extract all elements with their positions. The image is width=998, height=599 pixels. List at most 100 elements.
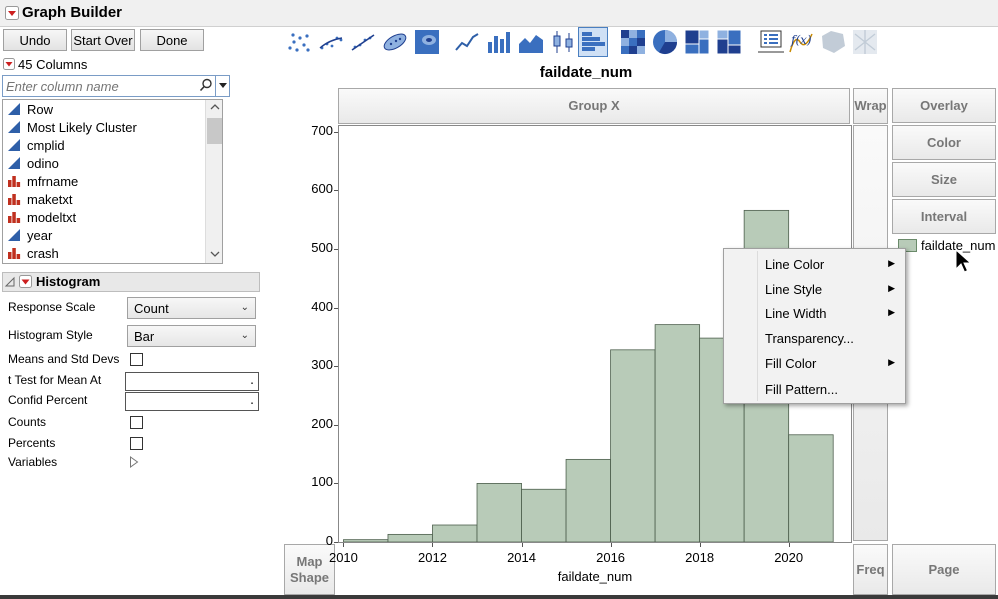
pie-graph-icon[interactable] <box>650 27 680 57</box>
histogram-bar[interactable] <box>610 349 656 542</box>
y-tick-mark <box>334 542 338 543</box>
counts-checkbox[interactable] <box>130 416 143 429</box>
scroll-up-icon[interactable] <box>210 103 220 111</box>
column-name: Most Likely Cluster <box>27 119 137 135</box>
bar-graph-icon[interactable] <box>484 27 514 57</box>
mosaic-graph-icon[interactable] <box>714 27 744 57</box>
column-name: cmplid <box>27 137 65 153</box>
histogram-bar[interactable] <box>343 539 389 542</box>
confid-percent-input[interactable]: . <box>125 392 259 411</box>
histogram-style-select[interactable]: Bar ⌄ <box>127 325 256 347</box>
column-item-crash[interactable]: crash <box>3 244 203 262</box>
menu-item-transparency[interactable]: Transparency... <box>724 327 905 351</box>
points-graph-icon[interactable] <box>284 27 314 57</box>
menu-item-line-style[interactable]: Line Style ▶ <box>724 278 905 302</box>
search-icon[interactable] <box>199 78 213 95</box>
overlay-zone[interactable]: Overlay <box>892 88 996 123</box>
x-tick-label: 2012 <box>418 550 447 565</box>
menu-item-fill-pattern[interactable]: Fill Pattern... <box>724 378 905 402</box>
column-item-year[interactable]: year <box>3 226 203 244</box>
area-graph-icon[interactable] <box>516 27 546 57</box>
histogram-bar[interactable] <box>565 458 611 542</box>
done-button[interactable]: Done <box>140 29 204 51</box>
collapse-triangle-icon[interactable] <box>4 276 16 288</box>
histogram-bar[interactable] <box>788 434 834 542</box>
formula-icon[interactable]: f(x) <box>786 27 816 57</box>
chevron-down-icon: ⌄ <box>240 330 249 341</box>
column-item-mfrname[interactable]: mfrname <box>3 172 203 190</box>
columns-count: 45 Columns <box>18 57 88 72</box>
column-item-most-likely-cluster[interactable]: Most Likely Cluster <box>3 118 203 136</box>
menu-item-fill-color[interactable]: Fill Color ▶ <box>724 352 905 376</box>
column-name: Row <box>27 101 54 117</box>
histogram-style-value: Bar <box>134 328 155 344</box>
variables-label: Variables <box>8 455 58 469</box>
menu-item-label: Fill Color <box>765 356 817 371</box>
y-tick-label: 300 <box>311 357 333 373</box>
page-zone[interactable]: Page <box>892 544 996 595</box>
response-scale-select[interactable]: Count ⌄ <box>127 297 256 319</box>
column-name: year <box>27 227 53 243</box>
contour-graph-icon[interactable] <box>412 27 442 57</box>
context-menu: Line Color ▶ Line Style ▶ Line Width ▶ Tran… <box>723 248 906 404</box>
expand-triangle-icon[interactable] <box>129 456 139 468</box>
histogram-bar[interactable] <box>521 488 567 542</box>
column-item-modeltxt[interactable]: modeltxt <box>3 208 203 226</box>
x-tick-mark <box>699 543 701 547</box>
menu-item-line-width[interactable]: Line Width ▶ <box>724 302 905 326</box>
x-tick-label: 2014 <box>507 550 536 565</box>
line-graph-icon[interactable] <box>452 27 482 57</box>
x-tick-label: 2018 <box>685 550 715 565</box>
nominal-icon <box>8 248 21 259</box>
column-item-cmplid[interactable]: cmplid <box>3 136 203 154</box>
interval-zone[interactable]: Interval <box>892 199 996 234</box>
graph-builder-menu-icon[interactable] <box>5 6 19 20</box>
menu-item-label: Transparency... <box>765 331 854 346</box>
column-item-row[interactable]: Row <box>3 100 203 118</box>
caption-box-icon[interactable] <box>756 27 786 57</box>
t-test-input[interactable]: . <box>125 372 259 391</box>
column-search-input[interactable] <box>6 78 196 94</box>
undo-button[interactable]: Undo <box>3 29 67 51</box>
histogram-graph-icon[interactable] <box>578 27 608 57</box>
start-over-button[interactable]: Start Over <box>71 29 135 51</box>
y-tick-mark <box>334 483 338 485</box>
chart-title: faildate_num <box>539 64 633 81</box>
smoother-graph-icon[interactable] <box>316 27 346 57</box>
x-tick-mark <box>432 543 434 547</box>
ellipse-graph-icon[interactable] <box>380 27 410 57</box>
svg-text:f(x): f(x) <box>790 33 812 47</box>
submenu-arrow-icon: ▶ <box>888 307 895 317</box>
column-item-odino[interactable]: odino <box>3 154 203 172</box>
wrap-zone[interactable]: Wrap <box>853 88 888 124</box>
means-std-devs-label: Means and Std Devs <box>8 352 120 366</box>
group-x-zone[interactable]: Group X <box>338 88 850 124</box>
histogram-bar[interactable] <box>387 533 433 542</box>
size-zone[interactable]: Size <box>892 162 996 197</box>
treemap-graph-icon[interactable] <box>682 27 712 57</box>
line-of-fit-graph-icon[interactable] <box>348 27 378 57</box>
histogram-menu-icon[interactable] <box>19 275 32 288</box>
menu-item-label: Line Color <box>765 257 825 272</box>
heatmap-graph-icon[interactable] <box>618 27 648 57</box>
confid-percent-label: Confid Percent <box>8 393 88 407</box>
column-list-scrollbar[interactable] <box>205 100 222 263</box>
color-zone[interactable]: Color <box>892 125 996 160</box>
x-tick-mark <box>521 543 523 547</box>
scroll-down-icon[interactable] <box>210 250 220 258</box>
freq-zone[interactable]: Freq <box>853 544 888 595</box>
histogram-bar[interactable] <box>476 483 522 542</box>
nominal-icon <box>8 212 21 223</box>
scroll-thumb[interactable] <box>207 118 222 144</box>
search-options-icon[interactable] <box>215 75 230 97</box>
menu-item-line-color[interactable]: Line Color ▶ <box>724 253 905 277</box>
column-item-maketxt[interactable]: maketxt <box>3 190 203 208</box>
box-plot-graph-icon[interactable] <box>548 27 578 57</box>
means-std-devs-checkbox[interactable] <box>130 353 143 366</box>
columns-menu-icon[interactable] <box>3 58 15 70</box>
histogram-bar[interactable] <box>654 324 701 542</box>
percents-checkbox[interactable] <box>130 437 143 450</box>
histogram-bar[interactable] <box>432 524 478 542</box>
x-axis-title[interactable]: faildate_num <box>338 569 852 584</box>
x-tick-mark <box>610 543 612 547</box>
